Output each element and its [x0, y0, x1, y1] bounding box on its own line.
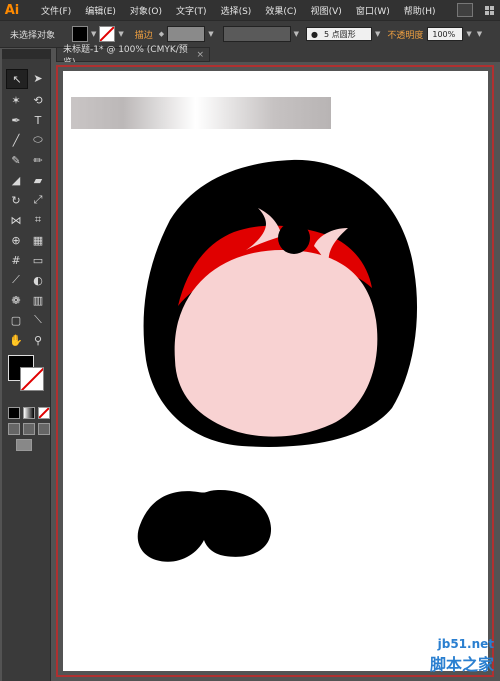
menu-file[interactable]: 文件(F) [34, 4, 78, 17]
draw-inside-icon[interactable] [38, 423, 50, 435]
watermark-url: jb51.net [437, 637, 494, 651]
direct-selection-tool-icon[interactable]: ➤ [28, 69, 48, 87]
selection-tool-icon[interactable]: ↖ [6, 69, 28, 89]
app-logo: Ai [4, 2, 20, 18]
eyedropper-tool-icon[interactable]: ⟋ [6, 271, 26, 289]
opacity-dropdown-icon[interactable]: ▼ [466, 30, 471, 38]
hand-tool-icon[interactable]: ✋ [6, 331, 26, 349]
arrange-documents-icon[interactable] [485, 5, 494, 15]
artboard-tool-icon[interactable]: ▢ [6, 311, 26, 329]
perspective-grid-tool-icon[interactable]: ▦ [28, 231, 48, 249]
ellipse-tool-icon[interactable]: ⬭ [28, 131, 48, 149]
menu-right-controls [457, 0, 494, 20]
variable-width-profile[interactable] [222, 26, 291, 42]
screen-mode-icon[interactable] [16, 439, 32, 451]
menu-object[interactable]: 对象(O) [123, 4, 169, 17]
draw-mode-buttons [8, 423, 50, 435]
screen-mode-row [16, 439, 50, 451]
watermark: jb51.net 脚本之家 [430, 637, 494, 675]
tools-grid: ↖ ➤ ✶ ⟲ ✒ T ╱ ⬭ ✎ ✏ ◢ ▰ ↻ ⤢ ⋈ ⌗ ⊕ ▦ # ▭ … [2, 65, 50, 349]
menu-help[interactable]: 帮助(H) [397, 4, 443, 17]
width-tool-icon[interactable]: ⋈ [6, 211, 26, 229]
gradient-button-icon[interactable] [23, 407, 35, 419]
mesh-tool-icon[interactable]: # [6, 251, 26, 269]
none-slash-icon [100, 27, 115, 41]
none-button-icon[interactable] [38, 407, 50, 419]
tools-panel: ↖ ➤ ✶ ⟲ ✒ T ╱ ⬭ ✎ ✏ ◢ ▰ ↻ ⤢ ⋈ ⌗ ⊕ ▦ # ▭ … [2, 49, 51, 681]
blob-brush-tool-icon[interactable]: ◢ [6, 171, 26, 189]
slice-tool-icon[interactable]: ⟍ [28, 311, 48, 329]
menu-view[interactable]: 视图(V) [304, 4, 349, 17]
stroke-weight-stepper-icon[interactable]: ◆ [159, 30, 164, 38]
opacity-field[interactable]: 100% [427, 27, 464, 41]
bridge-icon[interactable] [457, 3, 473, 17]
tools-panel-header[interactable] [2, 49, 50, 59]
fill-swatch[interactable] [72, 26, 88, 42]
blend-tool-icon[interactable]: ◐ [28, 271, 48, 289]
artboard[interactable] [63, 71, 488, 671]
symbol-sprayer-tool-icon[interactable]: ❁ [6, 291, 26, 309]
brush-dropdown-icon[interactable]: ▼ [375, 30, 380, 38]
main-menu: 文件(F) 编辑(E) 对象(O) 文字(T) 选择(S) 效果(C) 视图(V… [34, 4, 443, 17]
pencil-tool-icon[interactable]: ✏ [28, 151, 48, 169]
document-tab[interactable]: 未标题-1* @ 100% (CMYK/预览) × [56, 45, 210, 68]
style-dropdown-icon[interactable]: ▼ [477, 30, 482, 38]
profile-dropdown-icon[interactable]: ▼ [294, 30, 299, 38]
stroke-weight-dropdown-icon[interactable]: ▼ [208, 30, 213, 38]
gradient-rectangle[interactable] [71, 97, 331, 129]
draw-behind-icon[interactable] [23, 423, 35, 435]
opacity-label[interactable]: 不透明度 [387, 28, 423, 41]
shape-builder-tool-icon[interactable]: ⊕ [6, 231, 26, 249]
zoom-tool-icon[interactable]: ⚲ [28, 331, 48, 349]
menu-select[interactable]: 选择(S) [214, 4, 259, 17]
type-tool-icon[interactable]: T [28, 111, 48, 129]
line-segment-tool-icon[interactable]: ╱ [6, 131, 26, 149]
stroke-swatch[interactable] [99, 26, 116, 42]
paintbrush-tool-icon[interactable]: ✎ [6, 151, 26, 169]
brush-label: 5 点圆形 [323, 29, 356, 39]
close-tab-icon[interactable]: × [196, 50, 204, 60]
scale-tool-icon[interactable]: ⤢ [28, 191, 48, 209]
menu-edit[interactable]: 编辑(E) [78, 4, 123, 17]
eraser-tool-icon[interactable]: ▰ [28, 171, 48, 189]
fill-dropdown-icon[interactable]: ▼ [91, 30, 96, 38]
opacity-value: 100% [432, 29, 456, 39]
color-mode-buttons [8, 407, 50, 419]
menu-bar: Ai 文件(F) 编辑(E) 对象(O) 文字(T) 选择(S) 效果(C) 视… [0, 0, 500, 20]
free-transform-tool-icon[interactable]: ⌗ [28, 211, 48, 229]
column-graph-tool-icon[interactable]: ▥ [28, 291, 48, 309]
stroke-color-swatch[interactable] [20, 367, 44, 391]
menu-window[interactable]: 窗口(W) [349, 4, 397, 17]
stroke-label[interactable]: 描边 [135, 28, 153, 41]
menu-effect[interactable]: 效果(C) [258, 4, 303, 17]
brush-dot-icon: ● [310, 29, 318, 39]
fill-stroke-swatches [6, 355, 50, 403]
menu-type[interactable]: 文字(T) [169, 4, 214, 17]
pen-tool-icon[interactable]: ✒ [6, 111, 26, 129]
draw-normal-icon[interactable] [8, 423, 20, 435]
stroke-weight-field[interactable] [167, 26, 206, 42]
gradient-tool-icon[interactable]: ▭ [28, 251, 48, 269]
watermark-site: 脚本之家 [429, 655, 494, 674]
stroke-dropdown-icon[interactable]: ▼ [118, 30, 123, 38]
magic-wand-tool-icon[interactable]: ✶ [6, 91, 26, 109]
lasso-tool-icon[interactable]: ⟲ [28, 91, 48, 109]
brush-definition[interactable]: ● 5 点圆形 [305, 27, 372, 41]
color-button-icon[interactable] [8, 407, 20, 419]
tab-strip [210, 47, 500, 62]
selection-status: 未选择对象 [10, 30, 56, 41]
rotate-tool-icon[interactable]: ↻ [6, 191, 26, 209]
